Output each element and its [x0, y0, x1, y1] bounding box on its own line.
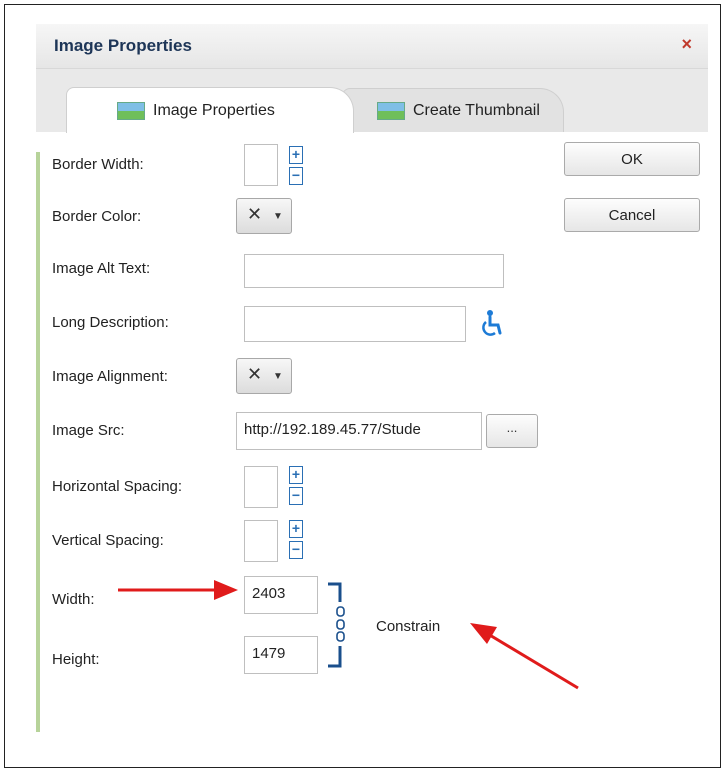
tab-label: Image Properties: [153, 101, 275, 119]
arrow-to-width: [118, 580, 238, 600]
image-icon: [117, 101, 145, 120]
tab-image-properties[interactable]: Image Properties: [66, 87, 354, 133]
arrow-to-constrain: [470, 623, 579, 690]
